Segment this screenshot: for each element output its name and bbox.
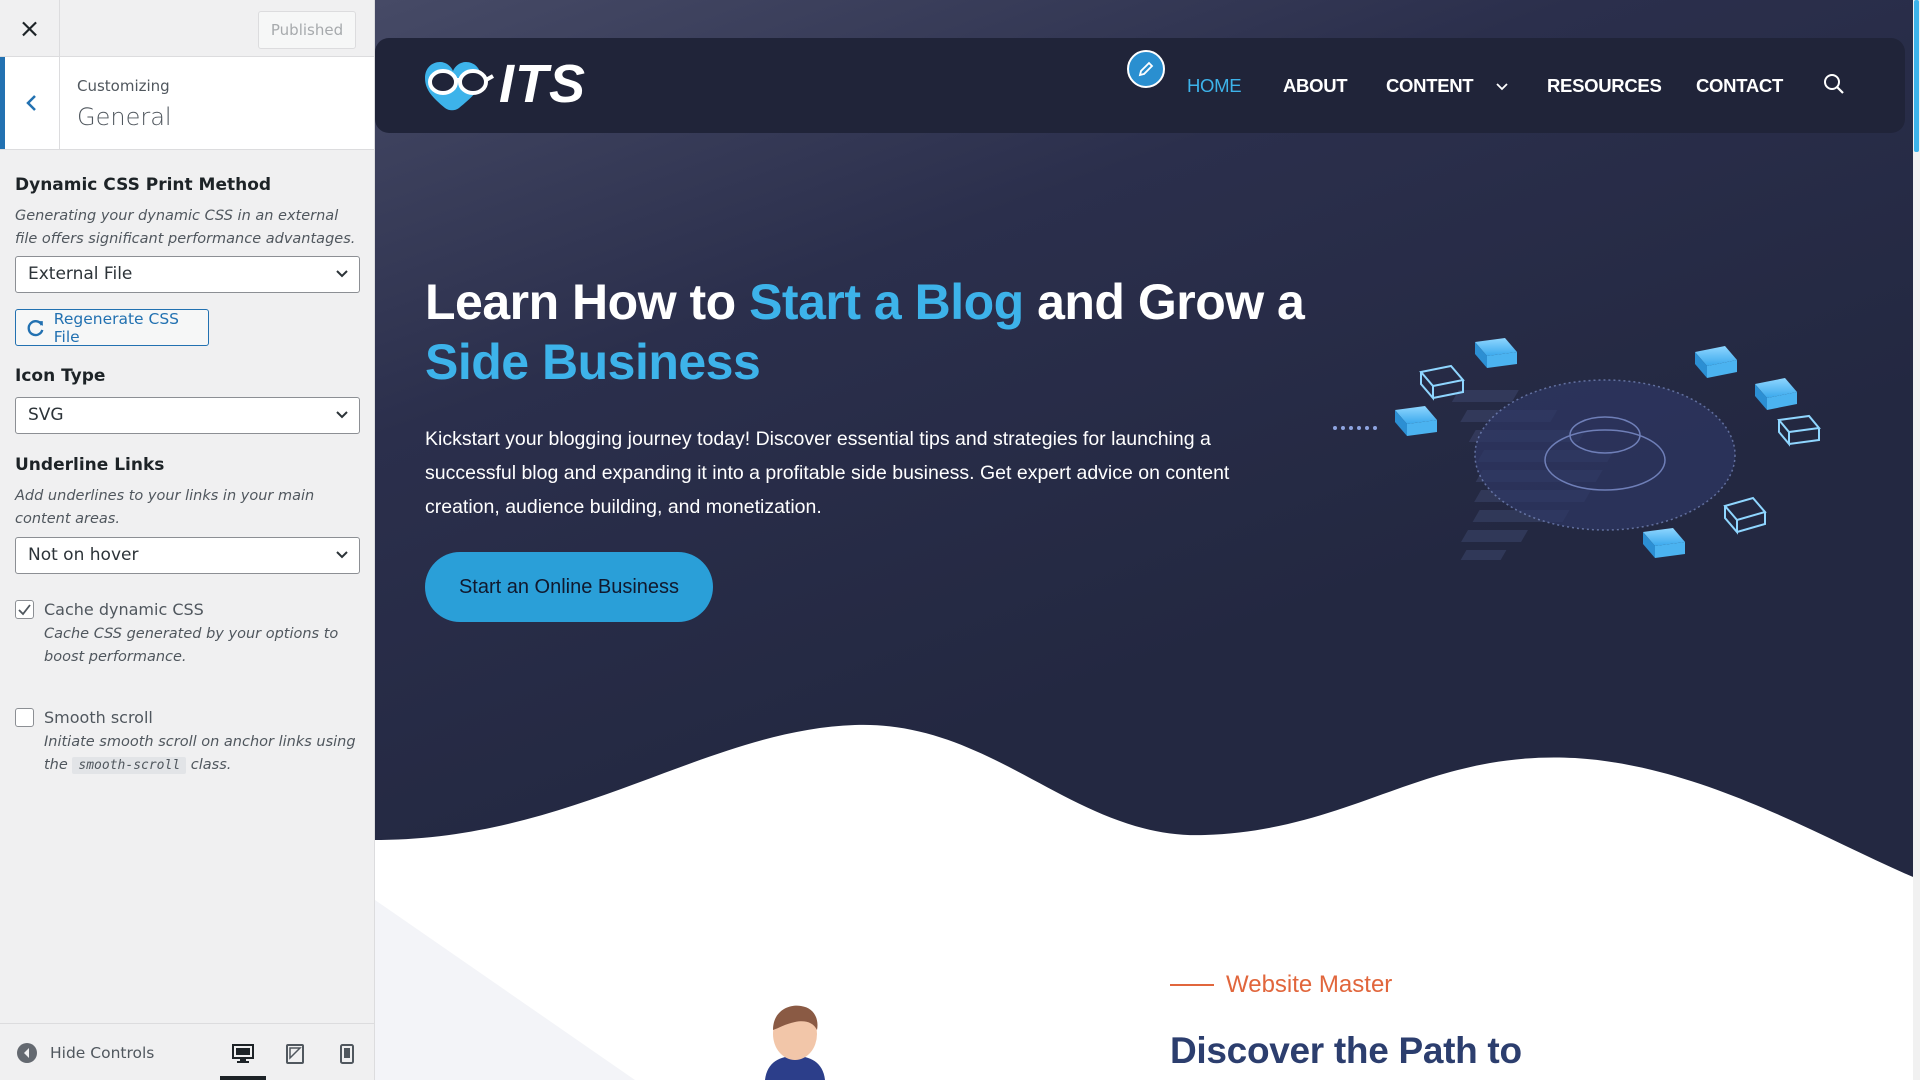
hero-wave-divider (375, 724, 1920, 900)
regenerate-css-label: Regenerate CSS File (53, 309, 180, 346)
customizer-sidebar: × Published Customizing General Dynamic … (0, 0, 375, 1080)
cache-css-label[interactable]: Cache dynamic CSS (44, 600, 204, 619)
hero-title-highlight1: Start a Blog (749, 274, 1024, 330)
refresh-icon (27, 319, 44, 336)
person-illustration (765, 1005, 825, 1080)
close-customizer-button[interactable]: × (0, 0, 60, 57)
nav-item-resources[interactable]: RESOURCES (1547, 75, 1662, 97)
hero-description: Kickstart your blogging journey today! D… (425, 428, 1230, 518)
mobile-icon (340, 1044, 354, 1064)
css-print-method-value: External File (28, 264, 133, 284)
section-eyebrow: Website Master (1170, 971, 1392, 999)
css-print-method-title: Dynamic CSS Print Method (15, 175, 272, 195)
published-button[interactable]: Published (258, 11, 356, 49)
nav-item-content-label: CONTENT (1386, 75, 1474, 96)
tech-illustration (1333, 338, 1821, 560)
hide-controls-label: Hide Controls (50, 1044, 155, 1062)
chevron-down-icon (336, 551, 348, 559)
underline-links-title: Underline Links (15, 455, 165, 475)
chevron-left-icon (26, 95, 36, 111)
hero-title-part2: and Grow a (1023, 274, 1305, 330)
site-preview: ITS HOME ABOUT CONTENT RESOURCES CONTACT (375, 0, 1920, 1080)
icon-type-title: Icon Type (15, 366, 106, 386)
back-button[interactable] (0, 57, 60, 149)
close-icon: × (18, 13, 41, 44)
preview-desktop-button[interactable] (220, 1036, 266, 1080)
smooth-scroll-checkbox[interactable] (15, 708, 34, 727)
section-heading: Discover the Path to (1170, 1030, 1522, 1071)
smooth-scroll-code: smooth-scroll (72, 757, 187, 774)
tablet-icon (286, 1044, 304, 1064)
icon-type-select[interactable]: SVG (15, 397, 360, 434)
preview-mobile-button[interactable] (324, 1036, 370, 1080)
chevron-down-icon (1496, 83, 1508, 91)
chevron-down-icon (336, 270, 348, 278)
edit-shortcut-button[interactable] (1127, 50, 1165, 88)
nav-item-content[interactable]: CONTENT (1386, 75, 1508, 97)
desktop-icon (232, 1044, 254, 1063)
css-print-method-select[interactable]: External File (15, 256, 360, 293)
hero-title: Learn How to Start a Blog and Grow a Sid… (425, 272, 1305, 392)
section-header: Customizing General (0, 57, 374, 150)
smooth-scroll-label[interactable]: Smooth scroll (44, 708, 153, 727)
regenerate-css-button[interactable]: Regenerate CSS File (15, 309, 209, 346)
preview-scrollbar-thumb[interactable] (1914, 0, 1919, 152)
site-logo-text: ITS (499, 54, 587, 114)
customizer-footer: Hide Controls (0, 1023, 374, 1080)
collapse-icon (17, 1043, 37, 1063)
site-navbar: ITS HOME ABOUT CONTENT RESOURCES CONTACT (375, 38, 1905, 133)
preview-tablet-button[interactable] (272, 1036, 318, 1080)
smooth-scroll-description: Initiate smooth scroll on anchor links u… (44, 731, 364, 777)
section-title: General (77, 103, 172, 131)
section-breadcrumb: Customizing (77, 77, 170, 95)
site-logo[interactable]: ITS (423, 54, 586, 114)
search-icon (1824, 74, 1844, 94)
icon-type-value: SVG (28, 405, 64, 425)
hide-controls-button[interactable]: Hide Controls (16, 1042, 154, 1064)
nav-item-contact[interactable]: CONTACT (1696, 75, 1783, 97)
nav-item-about[interactable]: ABOUT (1283, 75, 1348, 97)
smooth-scroll-desc-after: class. (190, 757, 232, 773)
section-eyebrow-label: Website Master (1226, 971, 1393, 998)
background-shape (375, 900, 635, 1080)
hero-title-highlight2: Side Business (425, 334, 761, 390)
underline-links-select[interactable]: Not on hover (15, 537, 360, 574)
hero-section: ITS HOME ABOUT CONTENT RESOURCES CONTACT (375, 0, 1920, 900)
glasses-heart-logo-icon (425, 62, 494, 111)
eyebrow-line (1170, 984, 1214, 986)
checkmark-icon (18, 604, 31, 616)
pencil-icon (1138, 61, 1154, 77)
search-button[interactable] (1823, 73, 1845, 100)
cache-css-checkbox[interactable] (15, 600, 34, 619)
start-online-business-button[interactable]: Start an Online Business (425, 552, 713, 622)
hero-title-part1: Learn How to (425, 274, 750, 330)
underline-links-description: Add underlines to your links in your mai… (15, 488, 315, 527)
nav-item-home[interactable]: HOME (1187, 75, 1242, 97)
css-print-method-description: Generating your dynamic CSS in an extern… (15, 208, 356, 247)
customizer-header: × Published (0, 0, 374, 57)
chevron-down-icon (336, 411, 348, 419)
underline-links-value: Not on hover (28, 545, 139, 565)
cache-css-description: Cache CSS generated by your options to b… (44, 626, 339, 665)
preview-scrollbar[interactable] (1913, 0, 1920, 1080)
